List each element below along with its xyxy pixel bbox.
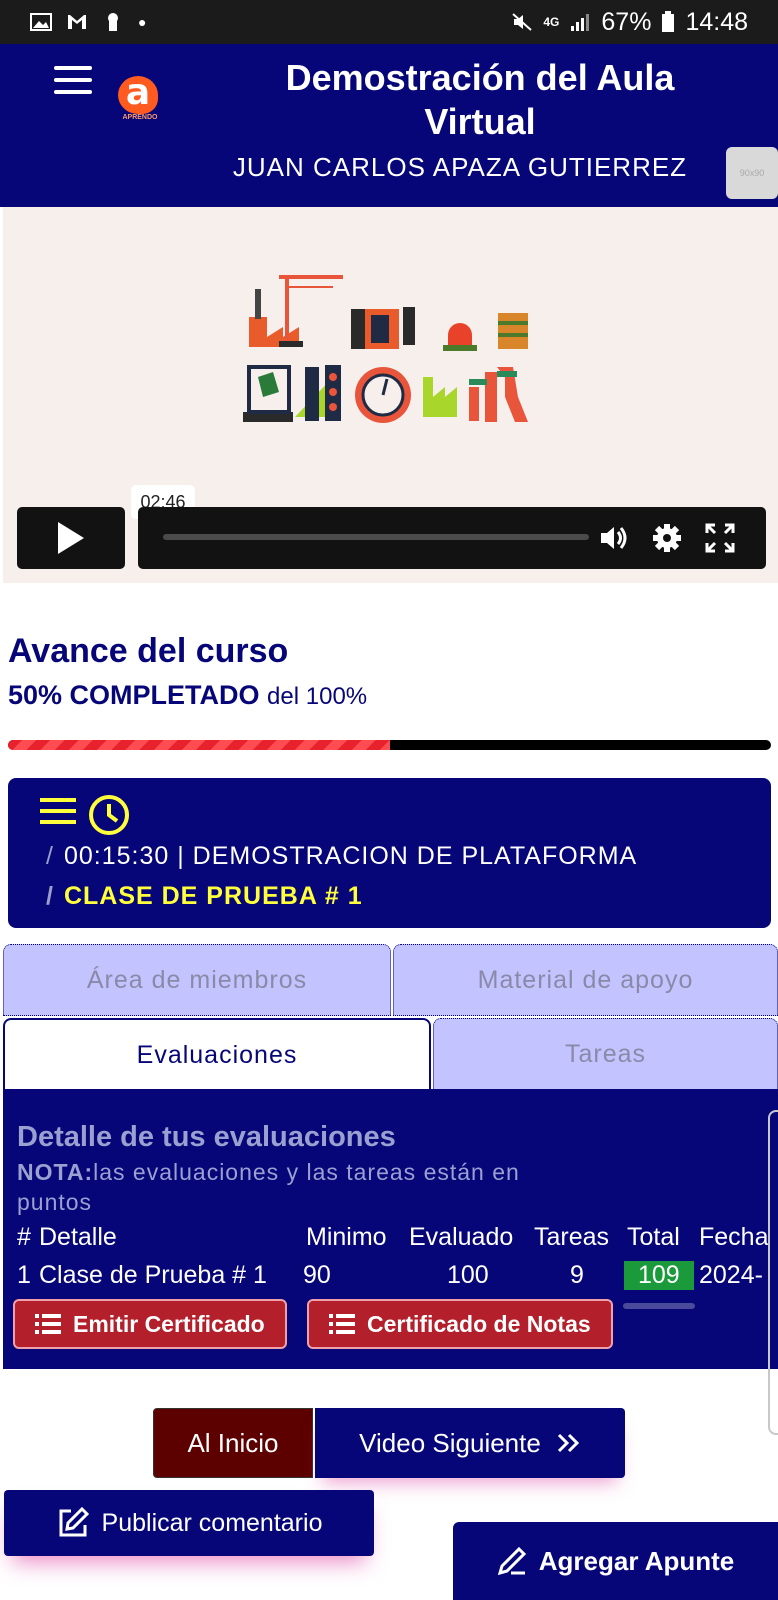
tab-tasks[interactable]: Tareas: [433, 1018, 778, 1090]
tab-evaluations[interactable]: Evaluaciones: [3, 1018, 431, 1090]
seek-bar[interactable]: [163, 534, 589, 540]
tab-support-material[interactable]: Material de apoyo: [393, 944, 778, 1016]
avatar[interactable]: 90x90: [726, 147, 778, 199]
publish-comment-button[interactable]: Publicar comentario: [4, 1490, 374, 1556]
col-total: Total: [627, 1223, 680, 1251]
lesson-breadcrumb: /00:15:30 | DEMOSTRACION DE PLATAFORMA: [46, 842, 638, 870]
col-detalle: Detalle: [39, 1223, 117, 1251]
pencil-icon: [497, 1546, 526, 1576]
status-bar: ● 4G 67% 14:48: [0, 0, 778, 44]
mute-icon: [512, 13, 533, 31]
emit-certificate-label: Emitir Certificado: [73, 1310, 265, 1337]
gmail-icon: [68, 15, 86, 29]
grades-certificate-label: Certificado de Notas: [367, 1310, 591, 1337]
battery-percent: 67%: [601, 7, 652, 36]
row-fecha: 2024-: [699, 1261, 763, 1289]
progress-total: del 100%: [267, 683, 368, 710]
clock-icon: [89, 795, 129, 835]
progress-heading: Avance del curso: [8, 632, 289, 670]
note-label: NOTA:: [17, 1159, 94, 1185]
next-video-button[interactable]: Video Siguiente: [315, 1408, 625, 1478]
logo-text: APRENDO: [122, 114, 158, 121]
row-total-badge: 109: [624, 1261, 694, 1290]
col-evaluado: Evaluado: [409, 1223, 514, 1251]
video-player[interactable]: 02:46: [3, 207, 778, 583]
list-icon: [35, 1314, 61, 1334]
col-tareas: Tareas: [534, 1223, 610, 1251]
home-button[interactable]: Al Inicio: [153, 1408, 313, 1478]
evaluations-panel: Detalle de tus evaluaciones NOTA:las eva…: [3, 1089, 778, 1369]
settings-gear-icon[interactable]: [651, 522, 683, 554]
add-note-button[interactable]: Agregar Apunte: [453, 1522, 778, 1600]
app-header: a APRENDO Demostración del Aula Virtual …: [0, 44, 778, 207]
col-fecha: Fecha: [699, 1223, 769, 1251]
video-thumbnail-illustration: [243, 275, 528, 423]
progress-completed: 50% COMPLETADO: [8, 680, 260, 710]
logo-mark: a: [118, 75, 158, 114]
row-evaluado: 100: [447, 1261, 489, 1289]
keyhole-icon: [108, 13, 118, 31]
fullscreen-icon[interactable]: [704, 522, 736, 554]
brand-logo[interactable]: a APRENDO: [112, 75, 168, 128]
course-progress-bar: [8, 740, 771, 750]
row-tareas: 9: [570, 1261, 584, 1289]
volume-icon[interactable]: [598, 522, 630, 554]
col-num: #: [17, 1223, 31, 1251]
student-name: JUAN CARLOS APAZA GUTIERREZ: [232, 152, 688, 182]
row-minimo: 90: [303, 1261, 331, 1289]
publish-comment-label: Publicar comentario: [101, 1508, 323, 1537]
table-scrollbar[interactable]: [623, 1303, 695, 1309]
list-icon: [329, 1314, 355, 1334]
add-note-label: Agregar Apunte: [538, 1545, 735, 1576]
list-menu-icon[interactable]: [38, 794, 78, 828]
lesson-duration: 00:15:30: [63, 842, 170, 870]
tab-members-area[interactable]: Área de miembros: [3, 944, 391, 1016]
note-text: las evaluaciones y las tareas están en p…: [17, 1159, 520, 1215]
side-drawer-handle[interactable]: [768, 1110, 778, 1435]
lesson-class: / CLASE DE PRUEBA # 1: [46, 882, 363, 910]
menu-icon[interactable]: [54, 66, 92, 96]
lesson-module: DEMOSTRACION DE PLATAFORMA: [192, 842, 638, 870]
evaluations-note: NOTA:las evaluaciones y las tareas están…: [17, 1157, 577, 1217]
grades-certificate-button[interactable]: Certificado de Notas: [307, 1299, 613, 1349]
evaluations-heading: Detalle de tus evaluaciones: [17, 1121, 396, 1153]
progress-summary: 50% COMPLETADO del 100%: [8, 680, 367, 711]
play-button[interactable]: [17, 507, 125, 569]
lesson-info-card: /00:15:30 | DEMOSTRACION DE PLATAFORMA /…: [8, 778, 771, 928]
next-video-label: Video Siguiente: [359, 1427, 541, 1458]
edit-square-icon: [59, 1506, 89, 1537]
row-detalle: Clase de Prueba # 1: [39, 1261, 267, 1289]
col-minimo: Minimo: [306, 1223, 387, 1251]
emit-certificate-button[interactable]: Emitir Certificado: [13, 1299, 287, 1349]
image-icon: [30, 13, 52, 31]
network-label: 4G: [543, 15, 560, 29]
signal-icon: [571, 14, 590, 31]
course-progress-fill: [8, 740, 390, 750]
clock: 14:48: [685, 7, 748, 36]
page-title: Demostración del Aula Virtual: [285, 57, 675, 142]
row-num: 1: [17, 1261, 31, 1289]
play-icon: [58, 522, 84, 554]
lesson-class-name: CLASE DE PRUEBA # 1: [63, 882, 363, 910]
double-chevron-right-icon: [557, 1433, 579, 1453]
battery-icon: [662, 11, 675, 32]
dot-icon: ●: [138, 14, 147, 30]
video-controls: [138, 507, 766, 569]
